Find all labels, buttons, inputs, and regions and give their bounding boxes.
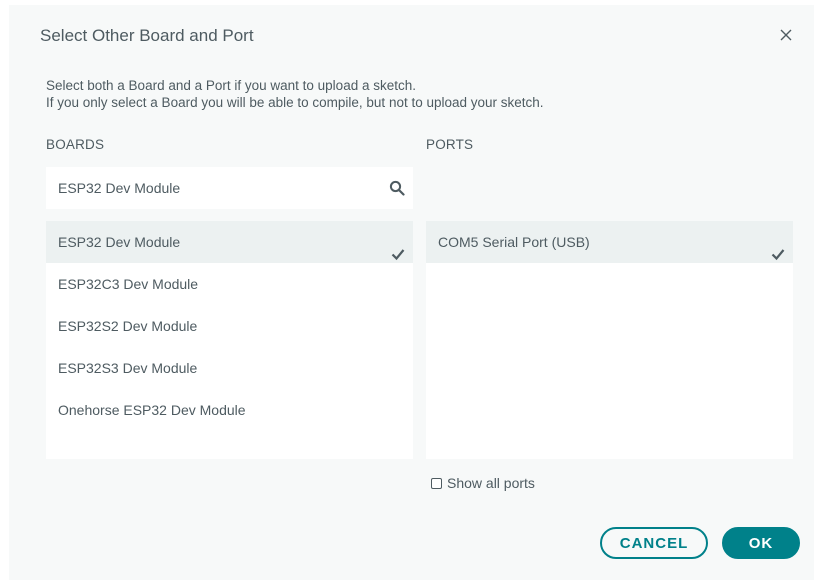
board-item[interactable]: ESP32S2 Dev Module <box>46 305 413 347</box>
select-board-dialog: Select Other Board and Port Select both … <box>9 5 814 580</box>
board-search-input[interactable] <box>58 167 378 209</box>
show-all-ports-label[interactable]: Show all ports <box>447 475 535 491</box>
ok-button[interactable]: OK <box>722 527 800 559</box>
dialog-description: Select both a Board and a Port if you wa… <box>46 77 544 111</box>
description-line-1: Select both a Board and a Port if you wa… <box>46 78 416 93</box>
board-item-label: ESP32S2 Dev Module <box>58 318 198 334</box>
dialog-title: Select Other Board and Port <box>40 26 254 45</box>
show-all-ports-checkbox[interactable] <box>431 477 442 489</box>
port-item-label: COM5 Serial Port (USB) <box>438 234 590 250</box>
board-item-label: Onehorse ESP32 Dev Module <box>58 402 246 418</box>
board-item-label: ESP32 Dev Module <box>58 234 181 250</box>
boards-label: BOARDS <box>46 137 105 152</box>
ports-label: PORTS <box>426 137 474 152</box>
checkmark-icon <box>391 235 405 261</box>
cancel-button[interactable]: CANCEL <box>600 527 708 559</box>
board-item-label: ESP32C3 Dev Module <box>58 276 199 292</box>
show-all-ports-toggle: Show all ports <box>431 475 535 491</box>
board-search-box <box>46 167 413 209</box>
checkmark-icon <box>771 235 785 261</box>
board-item[interactable]: Onehorse ESP32 Dev Module <box>46 389 413 431</box>
boards-list: ESP32 Dev Module ESP32C3 Dev Module ESP3… <box>46 221 413 459</box>
board-item-label: ESP32S3 Dev Module <box>58 360 198 376</box>
search-icon[interactable] <box>389 180 405 196</box>
port-item[interactable]: COM5 Serial Port (USB) <box>426 221 793 263</box>
ports-list: COM5 Serial Port (USB) <box>426 221 793 459</box>
description-line-2: If you only select a Board you will be a… <box>46 95 544 110</box>
board-item[interactable]: ESP32 Dev Module <box>46 221 413 263</box>
board-item[interactable]: ESP32S3 Dev Module <box>46 347 413 389</box>
board-item[interactable]: ESP32C3 Dev Module <box>46 263 413 305</box>
close-icon[interactable] <box>778 27 794 43</box>
